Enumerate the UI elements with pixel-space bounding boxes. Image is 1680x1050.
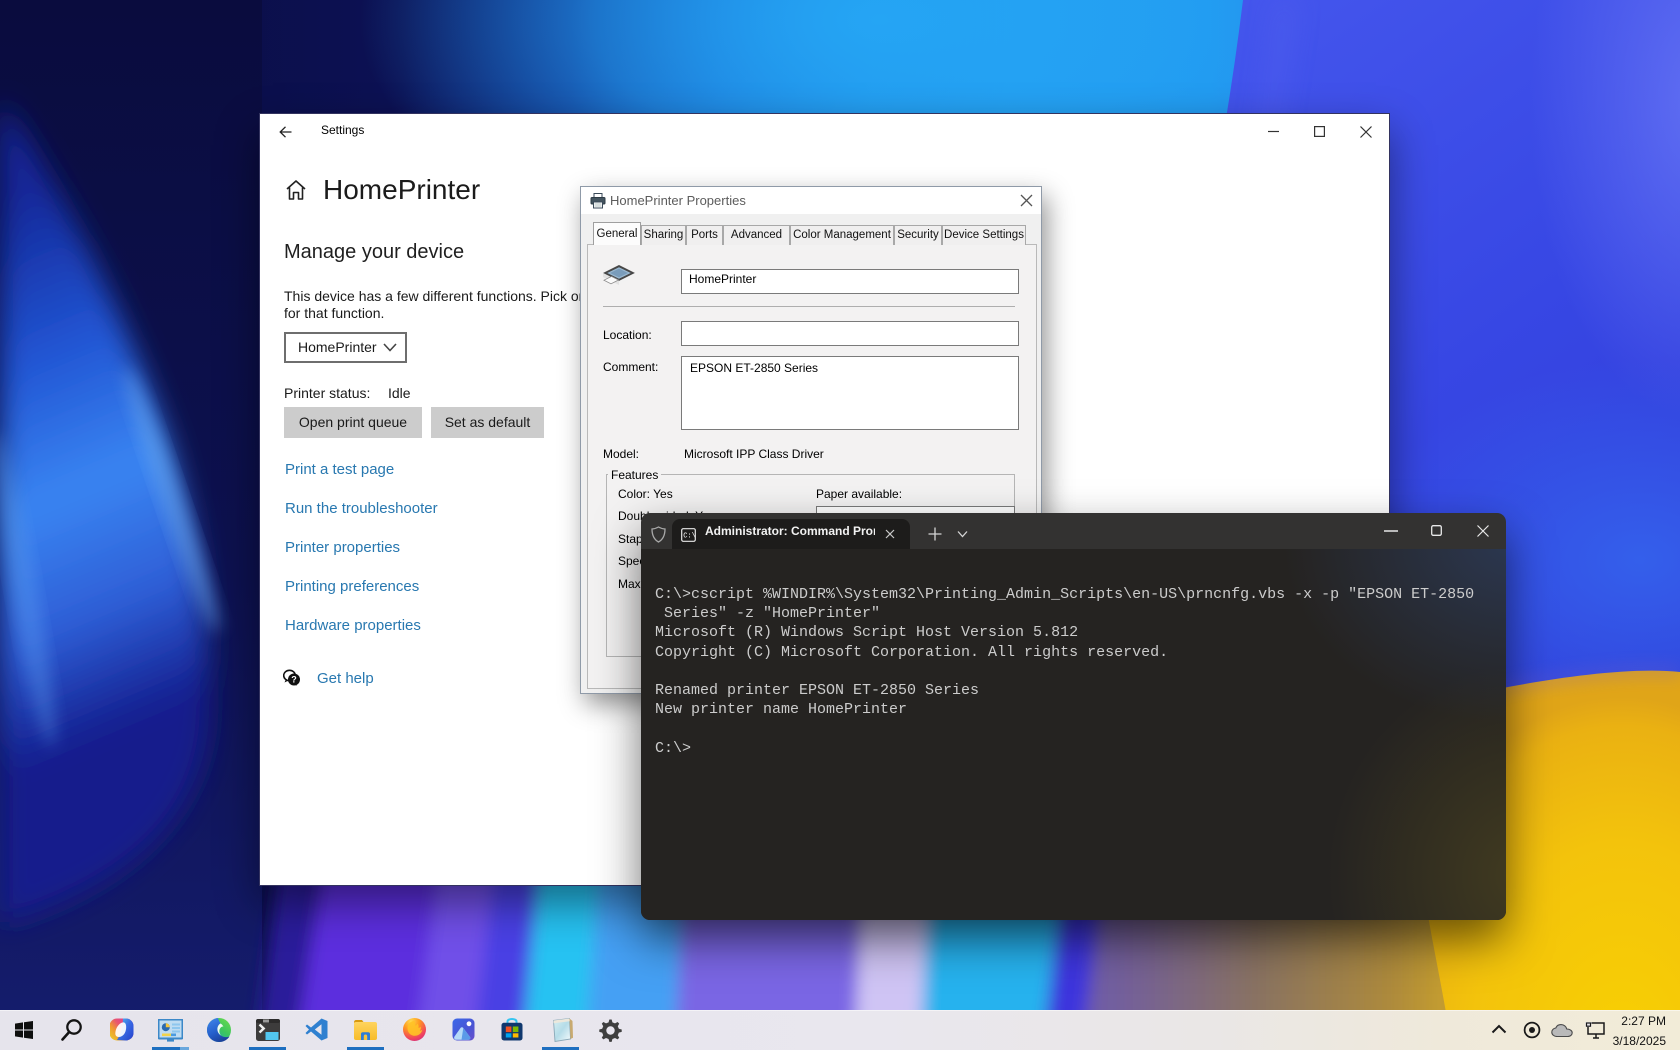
svg-text:C:\: C:\ [683,533,696,541]
svg-text:?: ? [291,674,297,684]
